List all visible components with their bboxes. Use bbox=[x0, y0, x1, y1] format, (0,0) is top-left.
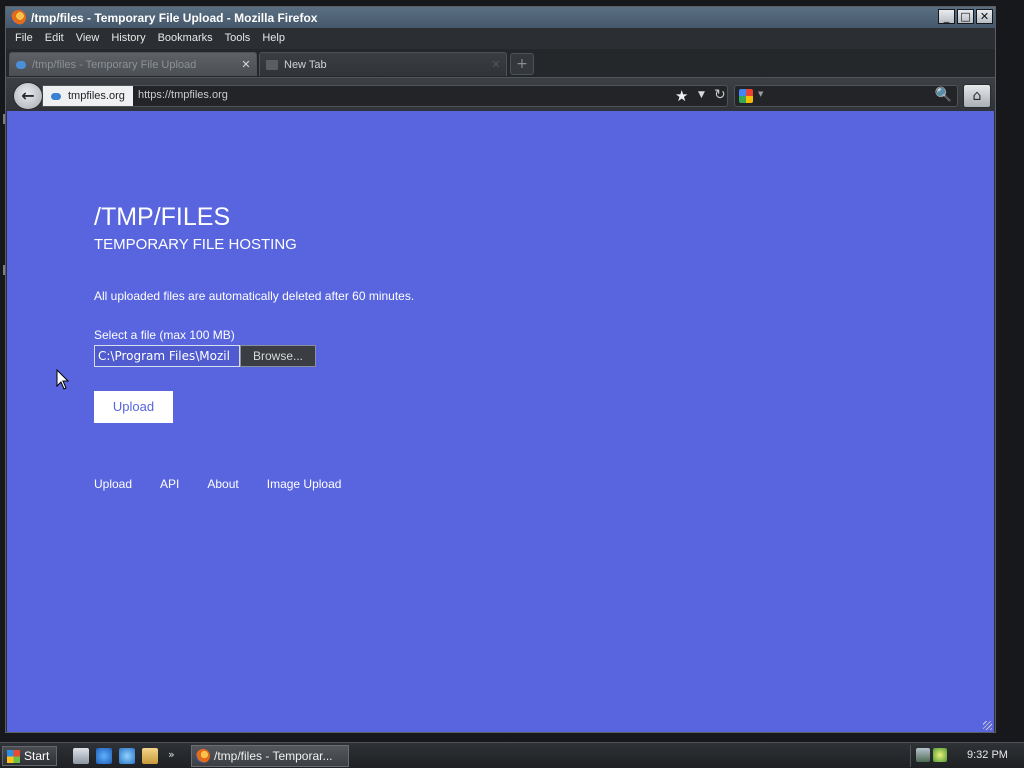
identity-host: tmpfiles.org bbox=[68, 90, 125, 102]
internet-explorer-icon[interactable] bbox=[96, 748, 112, 764]
taskbar-button-label: /tmp/files - Temporar... bbox=[214, 749, 333, 763]
close-button[interactable]: ✕ bbox=[976, 9, 993, 24]
upload-button[interactable]: Upload bbox=[94, 391, 173, 423]
page-content: /TMP/FILES TEMPORARY FILE HOSTING All up… bbox=[7, 111, 994, 732]
menu-bar: File Edit View History Bookmarks Tools H… bbox=[6, 28, 995, 48]
clock[interactable]: 9:32 PM bbox=[967, 749, 1008, 761]
tab-new-tab[interactable]: New Tab ✕ bbox=[259, 52, 507, 76]
minimize-button[interactable]: _ bbox=[938, 9, 955, 24]
cloud-icon bbox=[16, 60, 26, 69]
footer-link-upload[interactable]: Upload bbox=[94, 477, 132, 491]
url-text[interactable]: https://tmpfiles.org bbox=[138, 89, 228, 101]
taskbar: Start » /tmp/files - Temporar... 9:32 PM bbox=[0, 742, 1024, 768]
google-icon[interactable] bbox=[739, 89, 753, 103]
media-player-icon[interactable] bbox=[119, 748, 135, 764]
maximize-button[interactable]: □ bbox=[957, 9, 974, 24]
file-path-field[interactable]: C:\Program Files\Mozil bbox=[94, 345, 240, 367]
file-select-label: Select a file (max 100 MB) bbox=[94, 328, 235, 342]
show-desktop-icon[interactable] bbox=[73, 748, 89, 764]
menu-view[interactable]: View bbox=[76, 32, 100, 44]
page-icon bbox=[266, 59, 278, 70]
browse-button[interactable]: Browse... bbox=[240, 345, 316, 367]
tab-close-icon[interactable]: ✕ bbox=[239, 58, 253, 71]
quick-launch-more-icon[interactable]: » bbox=[168, 748, 175, 761]
page-subtitle: TEMPORARY FILE HOSTING bbox=[94, 236, 297, 253]
search-bar[interactable]: ▼ 🔍 bbox=[734, 85, 958, 107]
tab-tmpfiles[interactable]: /tmp/files - Temporary File Upload ✕ bbox=[9, 52, 257, 76]
tab-label: New Tab bbox=[284, 58, 327, 71]
navigation-bar: tmpfiles.org https://tmpfiles.org ★ ▼ ↻ … bbox=[6, 77, 995, 111]
menu-bookmarks[interactable]: Bookmarks bbox=[158, 32, 213, 44]
menu-history[interactable]: History bbox=[111, 32, 145, 44]
start-button[interactable]: Start bbox=[2, 746, 57, 766]
home-button[interactable]: ⌂ bbox=[963, 84, 991, 108]
firefox-window: /tmp/files - Temporary File Upload - Moz… bbox=[5, 6, 996, 733]
footer-link-about[interactable]: About bbox=[207, 477, 238, 491]
new-tab-button[interactable]: + bbox=[510, 53, 534, 75]
firefox-icon bbox=[196, 749, 210, 763]
back-button[interactable]: ← bbox=[13, 82, 43, 110]
window-title: /tmp/files - Temporary File Upload - Moz… bbox=[31, 10, 318, 25]
security-icon[interactable] bbox=[933, 748, 947, 762]
menu-help[interactable]: Help bbox=[262, 32, 285, 44]
footer-link-api[interactable]: API bbox=[160, 477, 179, 491]
tab-close-icon[interactable]: ✕ bbox=[489, 58, 503, 71]
engine-dropdown-icon[interactable]: ▼ bbox=[758, 90, 763, 98]
desktop: /tmp/files - Temporary File Upload - Moz… bbox=[0, 0, 1024, 768]
start-label: Start bbox=[24, 749, 50, 763]
footer-link-image-upload[interactable]: Image Upload bbox=[267, 477, 342, 491]
url-bar[interactable]: tmpfiles.org https://tmpfiles.org ★ ▼ ↻ bbox=[42, 85, 728, 107]
windows-logo-icon bbox=[7, 749, 20, 763]
menu-edit[interactable]: Edit bbox=[45, 32, 64, 44]
site-identity-button[interactable]: tmpfiles.org bbox=[43, 86, 133, 106]
firefox-icon bbox=[11, 10, 26, 25]
tab-strip: /tmp/files - Temporary File Upload ✕ New… bbox=[6, 49, 995, 77]
resize-grip[interactable] bbox=[983, 721, 992, 730]
mouse-pointer-icon bbox=[56, 369, 70, 390]
system-tray: 9:32 PM bbox=[910, 745, 1022, 767]
network-icon[interactable] bbox=[916, 748, 930, 762]
taskbar-firefox-button[interactable]: /tmp/files - Temporar... bbox=[191, 745, 349, 767]
deletion-notice: All uploaded files are automatically del… bbox=[94, 289, 415, 303]
page-title: /TMP/FILES bbox=[94, 203, 231, 231]
tab-label: /tmp/files - Temporary File Upload bbox=[32, 58, 197, 71]
explorer-folder-icon[interactable] bbox=[142, 748, 158, 764]
window-controls: _ □ ✕ bbox=[938, 9, 993, 24]
footer-nav: Upload API About Image Upload bbox=[94, 477, 341, 491]
reload-icon[interactable]: ↻ bbox=[714, 87, 726, 103]
menu-tools[interactable]: Tools bbox=[225, 32, 251, 44]
bookmark-star-icon[interactable]: ★ bbox=[675, 87, 688, 105]
menu-file[interactable]: File bbox=[15, 32, 33, 44]
cloud-icon bbox=[51, 92, 61, 100]
title-bar[interactable]: /tmp/files - Temporary File Upload - Moz… bbox=[6, 7, 995, 28]
url-dropdown-icon[interactable]: ▼ bbox=[698, 90, 705, 100]
search-icon[interactable]: 🔍 bbox=[935, 87, 952, 103]
